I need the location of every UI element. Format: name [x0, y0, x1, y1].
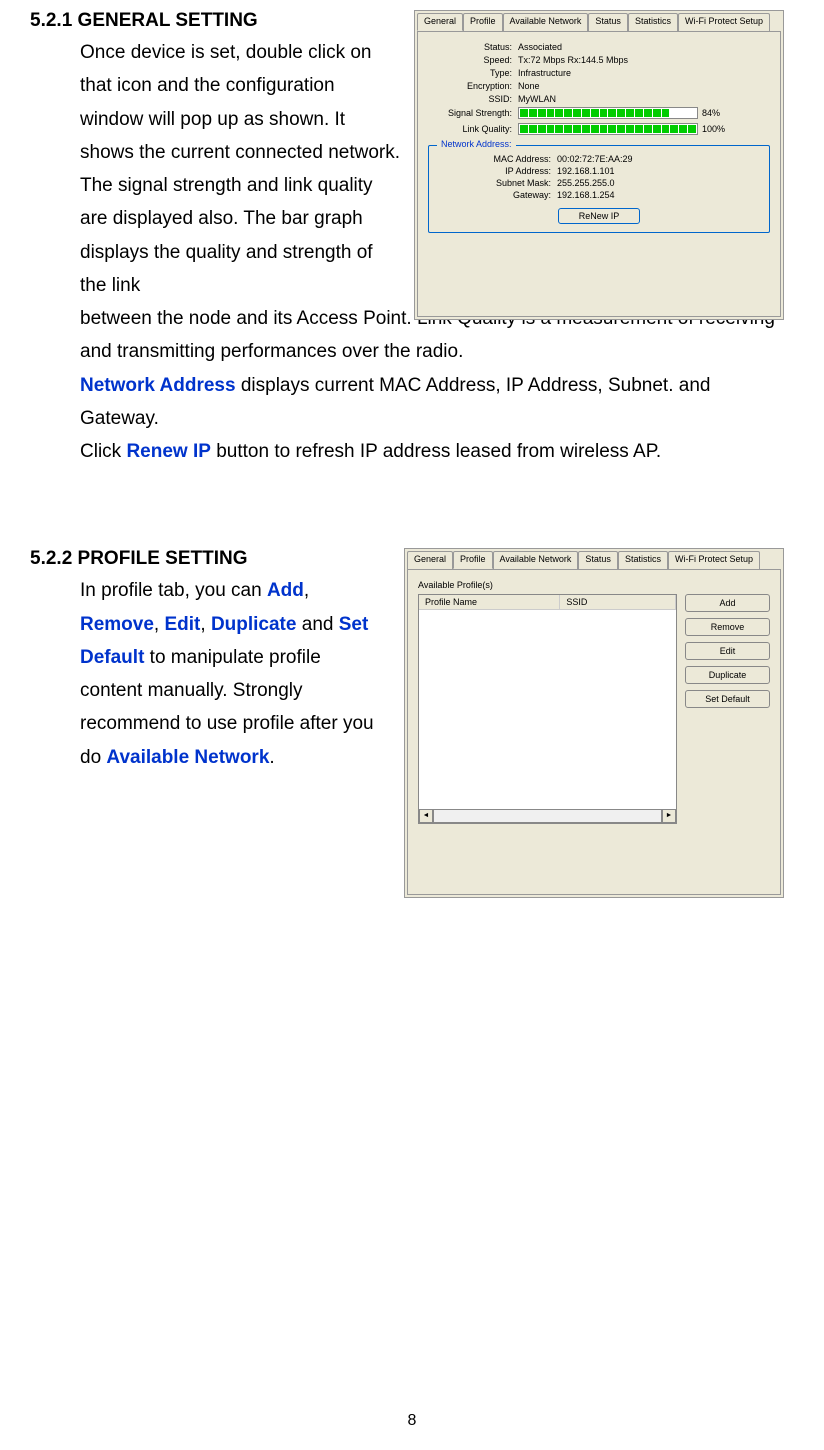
- highlight-renew-ip: Renew IP: [126, 441, 210, 462]
- tab2-available-network[interactable]: Available Network: [493, 551, 579, 569]
- profile-buttons-col: Add Remove Edit Duplicate Set Default: [685, 594, 770, 824]
- pct-signal-strength: 84%: [702, 108, 720, 118]
- profile-area: Profile Name SSID ◄ ► Add Remove Edit Du…: [418, 594, 770, 824]
- scrollbar-horizontal[interactable]: ◄ ►: [419, 809, 676, 823]
- value-ip: 192.168.1.101: [557, 166, 615, 176]
- remove-button[interactable]: Remove: [685, 618, 770, 636]
- col-profile-name[interactable]: Profile Name: [419, 595, 560, 609]
- para-renew-ip: Click Renew IP button to refresh IP addr…: [80, 435, 784, 468]
- label-mac: MAC Address:: [437, 154, 557, 164]
- label-ip: IP Address:: [437, 166, 557, 176]
- highlight-network-address: Network Address: [80, 375, 236, 396]
- available-profiles-label: Available Profile(s): [418, 580, 770, 590]
- scroll-left-icon[interactable]: ◄: [419, 809, 433, 823]
- tab-profile[interactable]: Profile: [463, 13, 503, 31]
- tab-available-network[interactable]: Available Network: [503, 13, 589, 31]
- highlight-add: Add: [267, 580, 304, 601]
- label-ssid: SSID:: [428, 94, 518, 104]
- scroll-right-icon[interactable]: ►: [662, 809, 676, 823]
- row-gateway: Gateway:192.168.1.254: [437, 190, 761, 200]
- row-ip: IP Address:192.168.1.101: [437, 166, 761, 176]
- tab-body-general: Status:Associated Speed:Tx:72 Mbps Rx:14…: [417, 31, 781, 317]
- label-status: Status:: [428, 42, 518, 52]
- label-speed: Speed:: [428, 55, 518, 65]
- add-button[interactable]: Add: [685, 594, 770, 612]
- value-ssid: MyWLAN: [518, 94, 770, 104]
- label-gateway: Gateway:: [437, 190, 557, 200]
- period: .: [269, 747, 274, 768]
- highlight-edit: Edit: [164, 614, 200, 635]
- row-status: Status:Associated: [428, 42, 770, 52]
- label-encryption: Encryption:: [428, 81, 518, 91]
- row-encryption: Encryption:None: [428, 81, 770, 91]
- col-ssid[interactable]: SSID: [560, 595, 676, 609]
- value-type: Infrastructure: [518, 68, 770, 78]
- row-ssid: SSID:MyWLAN: [428, 94, 770, 104]
- tabs-row-2: General Profile Available Network Status…: [405, 549, 783, 569]
- tab2-wifi-protect[interactable]: Wi-Fi Protect Setup: [668, 551, 760, 569]
- label-link-quality: Link Quality:: [428, 124, 518, 134]
- renew-ip-button[interactable]: ReNew IP: [558, 208, 641, 224]
- row-signal-strength: Signal Strength: 84%: [428, 107, 770, 119]
- tab-body-profile: Available Profile(s) Profile Name SSID ◄…: [407, 569, 781, 895]
- screenshot-profile-tab: General Profile Available Network Status…: [404, 548, 784, 898]
- section-profile-setting: 5.2.2 PROFILE SETTING In profile tab, yo…: [30, 548, 784, 774]
- tab-general[interactable]: General: [417, 13, 463, 31]
- and-text: and: [296, 614, 338, 635]
- set-default-button[interactable]: Set Default: [685, 690, 770, 708]
- bar-link-quality: [518, 123, 698, 135]
- fieldset-network-address: Network Address: MAC Address:00:02:72:7E…: [428, 145, 770, 233]
- highlight-remove: Remove: [80, 614, 154, 635]
- scroll-track[interactable]: [433, 809, 662, 823]
- row-subnet: Subnet Mask:255.255.255.0: [437, 178, 761, 188]
- tab2-profile[interactable]: Profile: [453, 551, 493, 569]
- para-renew-text: button to refresh IP address leased from…: [211, 441, 661, 462]
- value-speed: Tx:72 Mbps Rx:144.5 Mbps: [518, 55, 770, 65]
- para-profile: In profile tab, you can Add, Remove, Edi…: [80, 574, 380, 774]
- tab-statistics[interactable]: Statistics: [628, 13, 678, 31]
- para-general-1a: Once device is set, double click on that…: [80, 36, 400, 302]
- tab-status[interactable]: Status: [588, 13, 628, 31]
- para-network-address: Network Address displays current MAC Add…: [80, 369, 784, 436]
- highlight-duplicate: Duplicate: [211, 614, 297, 635]
- profile-list-header: Profile Name SSID: [419, 595, 676, 610]
- value-gateway: 192.168.1.254: [557, 190, 615, 200]
- edit-button[interactable]: Edit: [685, 642, 770, 660]
- section-general-setting: 5.2.1 GENERAL SETTING Once device is set…: [30, 10, 784, 468]
- value-encryption: None: [518, 81, 770, 91]
- value-mac: 00:02:72:7E:AA:29: [557, 154, 633, 164]
- click-text: Click: [80, 441, 126, 462]
- page-number: 8: [408, 1412, 417, 1430]
- duplicate-button[interactable]: Duplicate: [685, 666, 770, 684]
- row-type: Type:Infrastructure: [428, 68, 770, 78]
- tab2-status[interactable]: Status: [578, 551, 618, 569]
- row-speed: Speed:Tx:72 Mbps Rx:144.5 Mbps: [428, 55, 770, 65]
- tab2-general[interactable]: General: [407, 551, 453, 569]
- row-mac: MAC Address:00:02:72:7E:AA:29: [437, 154, 761, 164]
- tab-wifi-protect[interactable]: Wi-Fi Protect Setup: [678, 13, 770, 31]
- profile-list[interactable]: Profile Name SSID ◄ ►: [418, 594, 677, 824]
- para-profile-1: In profile tab, you can: [80, 580, 267, 601]
- value-status: Associated: [518, 42, 770, 52]
- label-type: Type:: [428, 68, 518, 78]
- value-subnet: 255.255.255.0: [557, 178, 615, 188]
- row-link-quality: Link Quality: 100%: [428, 123, 770, 135]
- bar-signal-strength: [518, 107, 698, 119]
- tab2-statistics[interactable]: Statistics: [618, 551, 668, 569]
- label-signal-strength: Signal Strength:: [428, 108, 518, 118]
- tabs-row-1: General Profile Available Network Status…: [415, 11, 783, 31]
- highlight-available-network: Available Network: [106, 747, 269, 768]
- label-subnet: Subnet Mask:: [437, 178, 557, 188]
- pct-link-quality: 100%: [702, 124, 725, 134]
- legend-network-address: Network Address:: [437, 139, 516, 149]
- screenshot-general-tab: General Profile Available Network Status…: [414, 10, 784, 320]
